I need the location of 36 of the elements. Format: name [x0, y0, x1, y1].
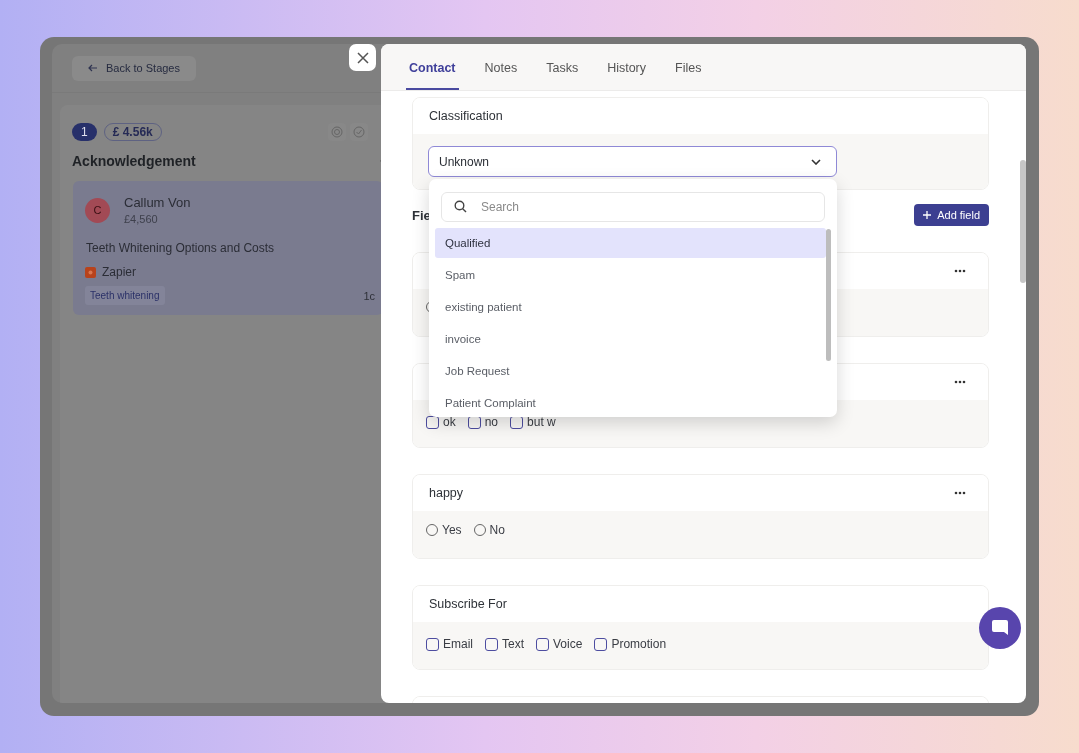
- tab[interactable]: Contact: [406, 44, 459, 90]
- tag: Teeth whitening: [85, 286, 165, 305]
- tab[interactable]: Notes: [481, 44, 521, 90]
- tab[interactable]: History: [604, 44, 650, 90]
- field-label: Subscribe For: [429, 597, 507, 611]
- option-label: Text: [502, 637, 525, 651]
- back-button[interactable]: Back to Stages: [72, 55, 196, 81]
- option-label: No: [489, 523, 505, 537]
- field-label: happy: [429, 486, 464, 500]
- dropdown-option[interactable]: Patient Complaint: [435, 388, 826, 417]
- option-label: Voice: [553, 637, 583, 651]
- option-label: no: [484, 415, 499, 429]
- dropdown-option[interactable]: Qualified: [435, 228, 826, 258]
- tab[interactable]: Tasks: [543, 44, 582, 90]
- classification-select[interactable]: Unknown: [428, 146, 837, 177]
- option-label: ok: [443, 415, 456, 429]
- option-label: Promotion: [611, 637, 667, 651]
- source-name: Zapier: [102, 265, 136, 279]
- dropdown-option[interactable]: Job Request: [435, 356, 826, 386]
- dropdown-option[interactable]: Spam: [435, 260, 826, 290]
- deal-date: 1c: [363, 289, 375, 302]
- field-label: Classification: [429, 109, 503, 123]
- deal-title: Teeth Whitening Options and Costs: [86, 241, 276, 255]
- option-label: Yes: [442, 523, 462, 537]
- dropdown-option[interactable]: existing patient: [435, 292, 826, 322]
- avatar: C: [85, 197, 110, 223]
- stage-title: Acknowledgement: [72, 153, 196, 169]
- dropdown-option[interactable]: invoice: [435, 324, 826, 354]
- contact-name: Callum Von: [124, 195, 191, 210]
- search-field[interactable]: Search: [441, 192, 825, 222]
- deal-value: £4,560: [124, 213, 159, 225]
- option-label: Email: [443, 637, 473, 651]
- option-label: but w: [527, 415, 556, 429]
- tab[interactable]: Files: [672, 44, 705, 90]
- add-field-button[interactable]: Add field: [914, 204, 989, 226]
- stage-count: 1: [72, 123, 97, 141]
